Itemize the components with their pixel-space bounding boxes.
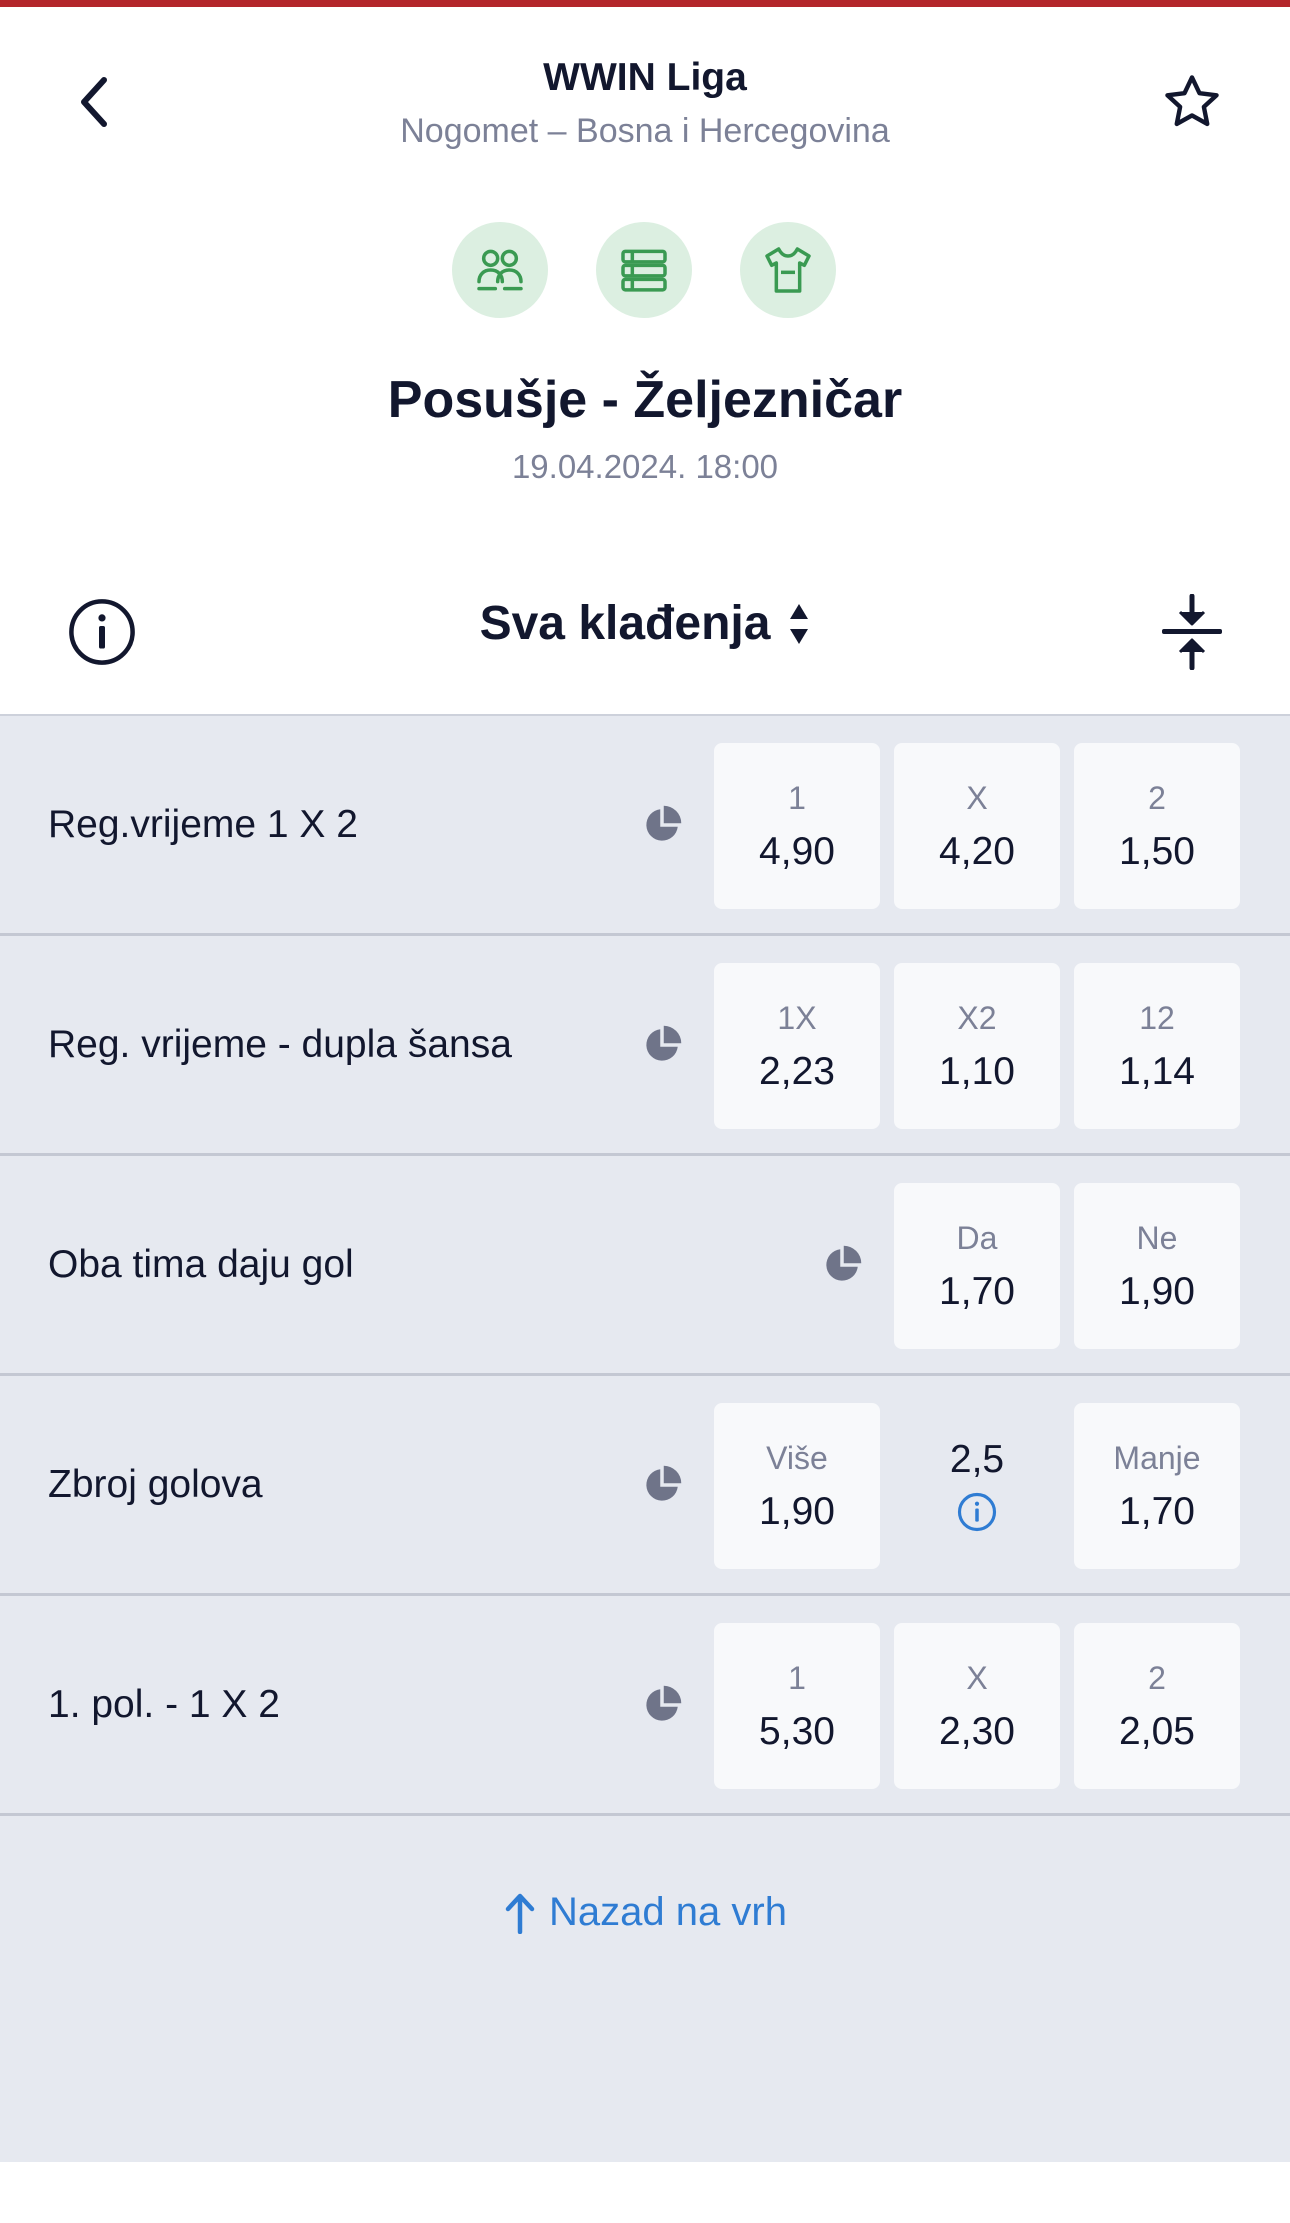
arrow-up-icon <box>505 1893 535 1934</box>
market-filter-selector[interactable]: Sva klađenja <box>0 596 1290 651</box>
odd-button[interactable]: 1 5,30 <box>714 1623 880 1789</box>
odd-button[interactable]: X 2,30 <box>894 1623 1060 1789</box>
odd-button[interactable]: 1 4,90 <box>714 743 880 909</box>
bottom-strip <box>0 2162 1290 2223</box>
back-to-top-link[interactable]: Nazad na vrh <box>0 1890 1290 1935</box>
favorite-button[interactable] <box>1160 70 1224 134</box>
market-name: Oba tima daju gol <box>48 1242 354 1286</box>
odd-button[interactable]: Manje 1,70 <box>1074 1403 1240 1569</box>
odd-value: 4,20 <box>939 829 1015 873</box>
odd-button[interactable]: Da 1,70 <box>894 1183 1060 1349</box>
standings-table-icon <box>621 249 667 292</box>
odd-label: X <box>966 779 988 816</box>
odd-value: 1,70 <box>939 1269 1015 1313</box>
odd-label: Više <box>766 1439 828 1476</box>
odd-label: 2 <box>1148 779 1166 816</box>
goal-line-value: 2,5 <box>949 1437 1005 1481</box>
match-tools <box>452 222 836 318</box>
lineups-button[interactable] <box>740 222 836 318</box>
odd-value: 1,90 <box>759 1489 835 1533</box>
standings-button[interactable] <box>596 222 692 318</box>
team-jersey-icon <box>765 247 811 293</box>
odd-label: X <box>966 1659 988 1696</box>
odd-value: 1,14 <box>1119 1049 1195 1093</box>
league-subtitle: Nogomet – Bosna i Hercegovina <box>400 112 890 150</box>
league-title: WWIN Liga <box>543 56 747 99</box>
market-name: Reg.vrijeme 1 X 2 <box>48 802 358 846</box>
odd-value: 1,50 <box>1119 829 1195 873</box>
stats-pie-icon[interactable] <box>821 1244 863 1286</box>
stats-pie-icon[interactable] <box>641 1684 683 1726</box>
collapse-all-button[interactable] <box>1152 592 1232 672</box>
odd-value: 2,05 <box>1119 1709 1195 1753</box>
head-to-head-icon <box>477 249 523 291</box>
odd-label: Ne <box>1136 1219 1178 1256</box>
odd-button[interactable]: X 4,20 <box>894 743 1060 909</box>
goal-line: 2,5 <box>894 1403 1060 1569</box>
odd-label: 1 <box>788 779 806 816</box>
market-row: Reg.vrijeme 1 X 2 1 4,90 X 4,20 2 1,50 <box>0 716 1290 936</box>
odd-value: 4,90 <box>759 829 835 873</box>
odd-button[interactable]: 2 2,05 <box>1074 1623 1240 1789</box>
collapse-all-icon <box>1162 594 1222 670</box>
sort-updown-icon <box>790 603 809 644</box>
market-name: Zbroj golova <box>48 1462 263 1506</box>
odd-value: 1,70 <box>1119 1489 1195 1533</box>
odd-label: X2 <box>957 999 997 1036</box>
odd-button[interactable]: 12 1,14 <box>1074 963 1240 1129</box>
top-accent-bar <box>0 0 1290 7</box>
market-name: Reg. vrijeme - dupla šansa <box>48 1022 512 1066</box>
stats-pie-icon[interactable] <box>641 804 683 846</box>
odd-label: Da <box>956 1219 998 1256</box>
market-row: Reg. vrijeme - dupla šansa 1X 2,23 X2 1,… <box>0 936 1290 1156</box>
odd-label: Manje <box>1113 1439 1201 1476</box>
odd-button[interactable]: 1X 2,23 <box>714 963 880 1129</box>
odd-button[interactable]: X2 1,10 <box>894 963 1060 1129</box>
stats-pie-icon[interactable] <box>641 1464 683 1506</box>
odd-label: 1 <box>788 1659 806 1696</box>
odd-label: 1X <box>777 999 817 1036</box>
odd-button[interactable]: 2 1,50 <box>1074 743 1240 909</box>
stats-pie-icon[interactable] <box>641 1024 683 1066</box>
odd-value: 5,30 <box>759 1709 835 1753</box>
odd-button[interactable]: Ne 1,90 <box>1074 1183 1240 1349</box>
odd-value: 2,23 <box>759 1049 835 1093</box>
odd-button[interactable]: Više 1,90 <box>714 1403 880 1569</box>
odd-value: 2,30 <box>939 1709 1015 1753</box>
star-outline-icon <box>1165 75 1219 127</box>
odd-value: 1,90 <box>1119 1269 1195 1313</box>
odd-label: 2 <box>1148 1659 1166 1696</box>
back-to-top-label: Nazad na vrh <box>549 1890 787 1934</box>
market-name: 1. pol. - 1 X 2 <box>48 1682 280 1726</box>
odd-label: 12 <box>1139 999 1175 1036</box>
match-datetime: 19.04.2024. 18:00 <box>511 448 779 485</box>
market-row: Zbroj golova Više 1,90 2,5 Manje 1,70 <box>0 1376 1290 1596</box>
info-circle-icon[interactable] <box>956 1491 998 1533</box>
odd-value: 1,10 <box>939 1049 1015 1093</box>
market-row: Oba tima daju gol Da 1,70 Ne 1,90 <box>0 1156 1290 1376</box>
match-title: Posušje - Željezničar <box>387 371 903 429</box>
markets-list: Reg.vrijeme 1 X 2 1 4,90 X 4,20 2 1,50 R… <box>0 714 1290 2164</box>
market-filter-label: Sva klađenja <box>479 597 771 650</box>
head-to-head-button[interactable] <box>452 222 548 318</box>
market-row: 1. pol. - 1 X 2 1 5,30 X 2,30 2 2,05 <box>0 1596 1290 1816</box>
